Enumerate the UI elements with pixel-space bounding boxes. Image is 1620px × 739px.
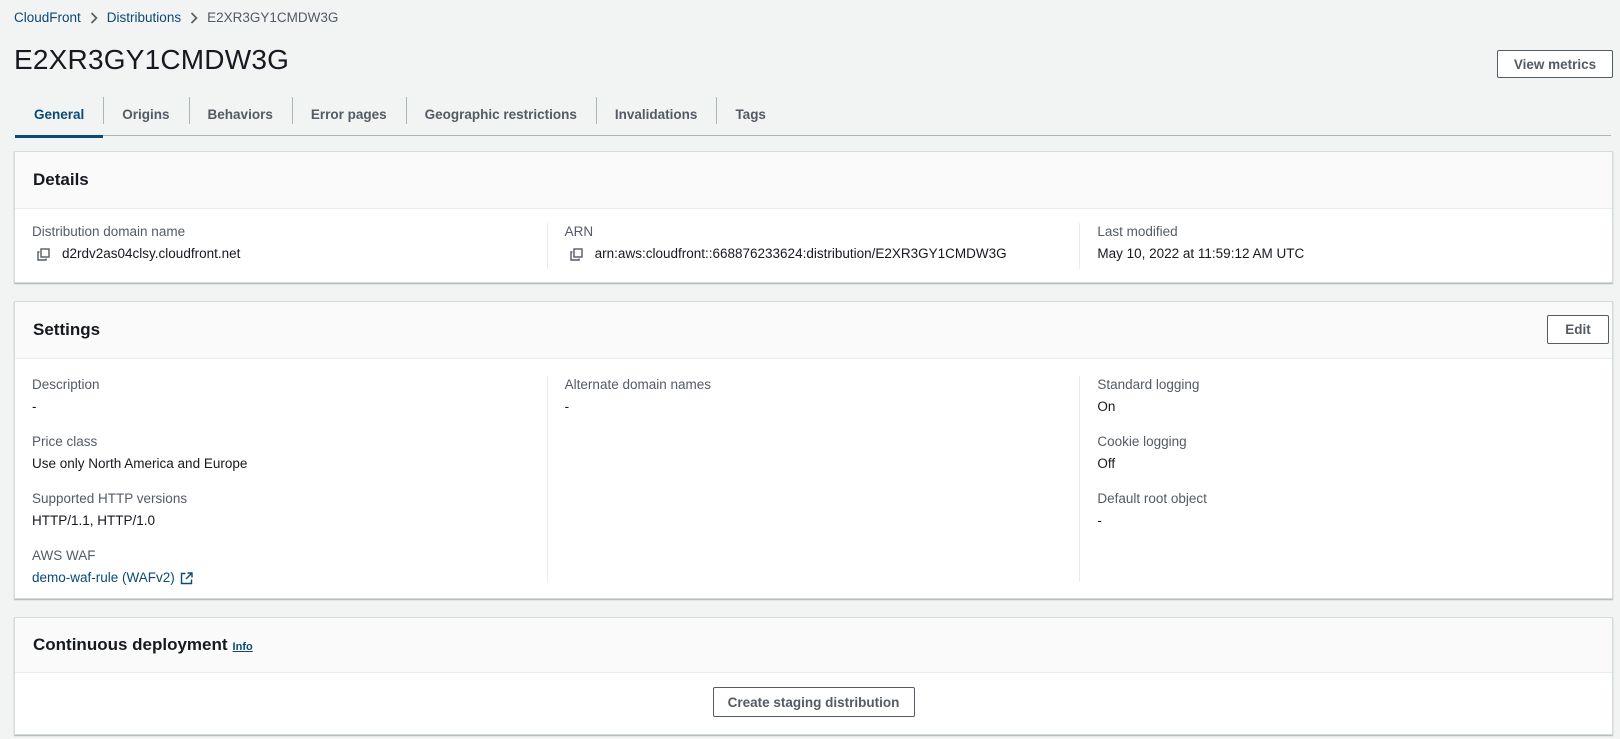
tab-invalidations[interactable]: Invalidations bbox=[595, 93, 717, 136]
alt-domains-field: Alternate domain names - bbox=[565, 376, 1063, 416]
cookie-logging-field: Cookie logging Off bbox=[1097, 433, 1595, 473]
settings-header: Settings Edit bbox=[15, 302, 1612, 359]
details-panel: Details Distribution domain name d2rdv2a… bbox=[14, 151, 1613, 283]
modified-label: Last modified bbox=[1097, 224, 1178, 239]
arn-value-row: arn:aws:cloudfront::668876233624:distrib… bbox=[565, 245, 1063, 263]
details-col-arn: ARN arn:aws:cloudfront::668876233624:dis… bbox=[546, 223, 1080, 269]
settings-col-2: Alternate domain names - bbox=[546, 376, 1080, 582]
description-label: Description bbox=[32, 377, 100, 392]
waf-label: AWS WAF bbox=[32, 548, 96, 563]
http-versions-value: HTTP/1.1, HTTP/1.0 bbox=[32, 513, 156, 528]
description-field: Description - bbox=[32, 376, 530, 416]
external-link-icon bbox=[180, 571, 193, 585]
info-link[interactable]: Info bbox=[233, 641, 253, 653]
page-title: E2XR3GY1CMDW3G bbox=[14, 44, 290, 75]
alt-domains-value: - bbox=[564, 399, 570, 414]
details-columns: Distribution domain name d2rdv2as04clsy.… bbox=[15, 209, 1612, 269]
settings-col-3: Standard logging On Cookie logging Off D… bbox=[1079, 376, 1612, 582]
std-logging-label: Standard logging bbox=[1097, 377, 1200, 392]
view-metrics-button[interactable]: View metrics bbox=[1497, 50, 1613, 78]
tab-origins[interactable]: Origins bbox=[103, 93, 188, 136]
description-value: - bbox=[32, 399, 37, 414]
root-object-field: Default root object - bbox=[1097, 490, 1595, 530]
tab-general[interactable]: General bbox=[15, 93, 104, 138]
domain-value: d2rdv2as04clsy.cloudfront.net bbox=[62, 246, 241, 261]
price-class-value: Use only North America and Europe bbox=[32, 456, 248, 471]
continuous-deployment-panel: Continuous deployment Info Create stagin… bbox=[14, 617, 1613, 735]
cookie-logging-label: Cookie logging bbox=[1097, 434, 1187, 449]
details-col-domain: Distribution domain name d2rdv2as04clsy.… bbox=[15, 223, 547, 269]
edit-settings-button[interactable]: Edit bbox=[1547, 315, 1609, 344]
details-title: Details bbox=[33, 170, 89, 189]
tab-behaviors[interactable]: Behaviors bbox=[188, 93, 292, 136]
root-object-value: - bbox=[1097, 513, 1102, 528]
http-versions-label: Supported HTTP versions bbox=[32, 491, 188, 506]
arn-value: arn:aws:cloudfront::668876233624:distrib… bbox=[594, 246, 1007, 261]
settings-title: Settings bbox=[33, 320, 101, 339]
continuous-deployment-header: Continuous deployment Info bbox=[15, 618, 1612, 673]
waf-value-row: demo-waf-rule (WAFv2) bbox=[32, 569, 530, 587]
domain-value-row: d2rdv2as04clsy.cloudfront.net bbox=[32, 245, 530, 263]
chevron-right-icon bbox=[190, 11, 198, 24]
arn-label: ARN bbox=[564, 224, 594, 239]
details-col-modified: Last modified May 10, 2022 at 11:59:12 A… bbox=[1079, 223, 1612, 269]
settings-columns: Description - Price class Use only North… bbox=[15, 359, 1612, 585]
std-logging-value: On bbox=[1097, 399, 1116, 414]
std-logging-field: Standard logging On bbox=[1097, 376, 1595, 416]
domain-label: Distribution domain name bbox=[32, 224, 186, 239]
settings-col-1: Description - Price class Use only North… bbox=[15, 376, 547, 585]
breadcrumb: CloudFront Distributions E2XR3GY1CMDW3G bbox=[14, 10, 338, 25]
price-class-label: Price class bbox=[32, 434, 98, 449]
chevron-right-icon bbox=[90, 11, 98, 24]
waf-link[interactable]: demo-waf-rule (WAFv2) bbox=[32, 569, 193, 587]
waf-link-text: demo-waf-rule (WAFv2) bbox=[32, 570, 175, 585]
settings-panel: Settings Edit Description - Price class … bbox=[14, 301, 1613, 599]
tab-tags[interactable]: Tags bbox=[716, 93, 785, 136]
breadcrumb-current: E2XR3GY1CMDW3G bbox=[207, 10, 339, 25]
continuous-deployment-title: Continuous deployment bbox=[33, 635, 228, 654]
details-header: Details bbox=[15, 152, 1612, 209]
create-staging-distribution-button[interactable]: Create staging distribution bbox=[712, 687, 915, 717]
root-object-label: Default root object bbox=[1097, 491, 1207, 506]
cookie-logging-value: Off bbox=[1097, 456, 1116, 471]
tab-list: General Origins Behaviors Error pages Ge… bbox=[15, 93, 1611, 138]
copy-icon[interactable] bbox=[569, 247, 583, 261]
alt-domains-label: Alternate domain names bbox=[564, 377, 712, 392]
modified-value: May 10, 2022 at 11:59:12 AM UTC bbox=[1097, 246, 1305, 261]
waf-field: AWS WAF demo-waf-rule (WAFv2) bbox=[32, 547, 530, 587]
tab-error-pages[interactable]: Error pages bbox=[291, 93, 406, 136]
http-versions-field: Supported HTTP versions HTTP/1.1, HTTP/1… bbox=[32, 490, 530, 530]
price-class-field: Price class Use only North America and E… bbox=[32, 433, 530, 473]
tab-geographic-restrictions[interactable]: Geographic restrictions bbox=[405, 93, 596, 136]
continuous-deployment-body: Create staging distribution bbox=[15, 673, 1612, 734]
copy-icon[interactable] bbox=[37, 247, 50, 261]
breadcrumb-distributions[interactable]: Distributions bbox=[107, 10, 181, 25]
breadcrumb-cloudfront[interactable]: CloudFront bbox=[14, 10, 81, 25]
